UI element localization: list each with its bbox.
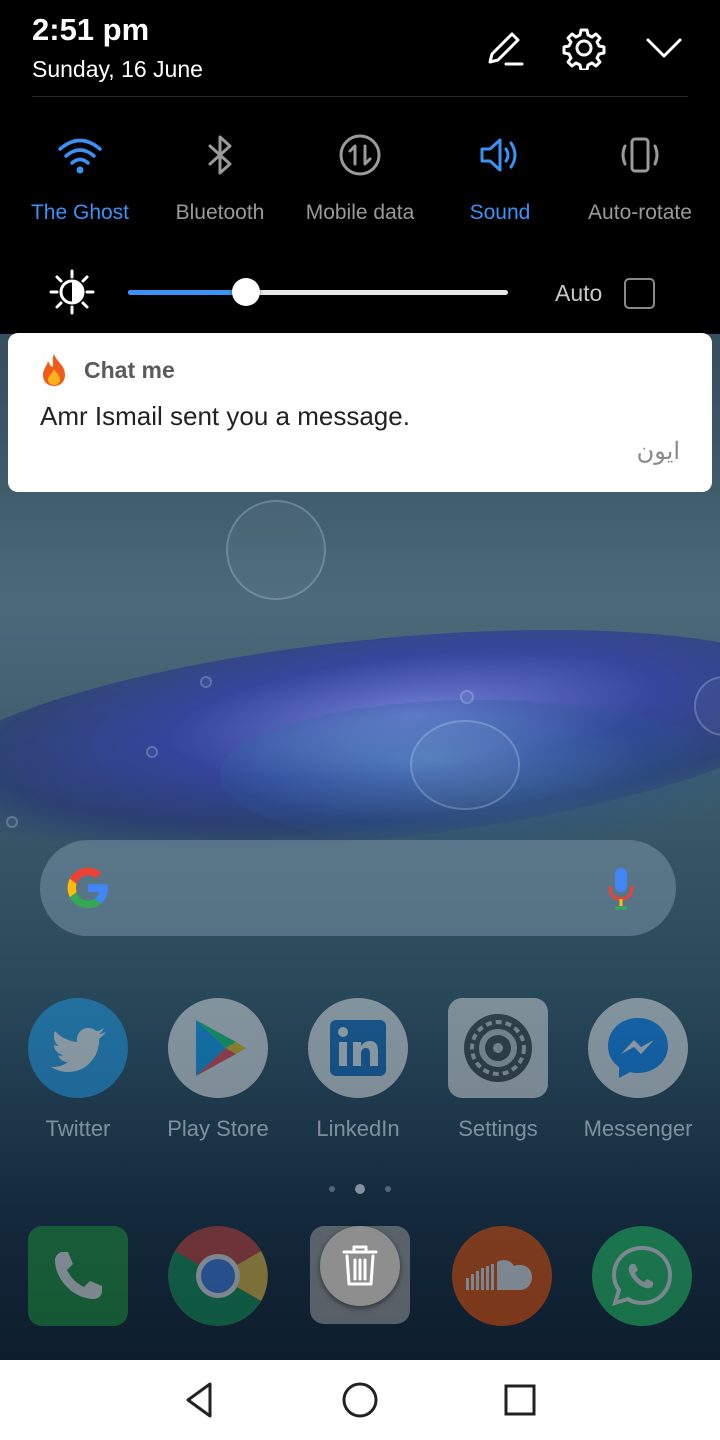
mic-icon[interactable]: [606, 866, 636, 912]
wallpaper-bubble: [146, 746, 158, 758]
brightness-slider-fill: [128, 290, 246, 295]
wifi-icon: [58, 138, 102, 174]
google-icon: [67, 867, 108, 908]
app-label: Twitter: [45, 1116, 111, 1141]
soundcloud-icon: [452, 1226, 552, 1326]
whatsapp-icon: [592, 1226, 692, 1326]
tile-bluetooth[interactable]: Bluetooth: [150, 130, 290, 225]
edit-icon[interactable]: [482, 26, 526, 70]
chrome-icon: [168, 1226, 268, 1326]
page-dot: [329, 1185, 335, 1192]
back-icon[interactable]: [180, 1380, 220, 1420]
wallpaper-bubble: [410, 720, 520, 810]
phone-icon: [28, 1226, 128, 1326]
app-label: Messenger: [583, 1116, 693, 1141]
clock-time: 2:51 pm: [32, 12, 150, 47]
sound-icon: [480, 138, 517, 172]
notification-message: Amr Ismail sent you a message.: [40, 401, 410, 431]
tile-label: Bluetooth: [175, 201, 265, 224]
flame-icon: [43, 354, 65, 386]
notification-app-name: Chat me: [84, 357, 175, 383]
page-dot: [385, 1185, 391, 1192]
auto-rotate-icon: [621, 137, 659, 173]
tile-label: Mobile data: [305, 201, 415, 224]
notification-shade: 2:51 pm Sunday, 16 June The Ghost Blueto…: [0, 0, 720, 334]
notification-card[interactable]: Chat me Amr Ismail sent you a message. ا…: [8, 333, 712, 492]
tile-label: The Ghost: [30, 201, 130, 224]
wallpaper-bubble: [200, 676, 212, 688]
shade-divider: [32, 96, 688, 97]
dock-app-drag-target: [310, 1226, 410, 1324]
settings-app-icon: [448, 998, 548, 1098]
tile-mobile-data[interactable]: Mobile data: [290, 130, 430, 225]
settings-icon[interactable]: [562, 26, 606, 70]
tile-auto-rotate[interactable]: Auto-rotate: [570, 130, 710, 225]
brightness-slider[interactable]: [128, 278, 508, 306]
bluetooth-icon: [208, 135, 232, 175]
brightness-icon: [49, 269, 95, 315]
page-dot-current: [355, 1183, 365, 1194]
linkedin-icon: [308, 998, 408, 1098]
app-messenger[interactable]: Messenger: [568, 998, 708, 1142]
messenger-icon: [588, 998, 688, 1098]
wallpaper-bubble: [6, 816, 18, 828]
tile-label: Sound: [469, 201, 531, 224]
recents-icon[interactable]: [500, 1380, 540, 1420]
dock-whatsapp[interactable]: [592, 1226, 692, 1326]
wallpaper-bubble: [226, 500, 326, 600]
dock-soundcloud[interactable]: [452, 1226, 552, 1326]
tile-wifi[interactable]: The Ghost: [10, 130, 150, 225]
wallpaper-bubble: [460, 690, 474, 704]
play-store-icon: [168, 998, 268, 1098]
google-search-bar[interactable]: [40, 840, 676, 936]
collapse-icon[interactable]: [642, 26, 686, 70]
clock-date: Sunday, 16 June: [32, 56, 203, 82]
dock-phone[interactable]: [28, 1226, 128, 1326]
brightness-slider-thumb[interactable]: [231, 278, 260, 306]
app-label: Settings: [458, 1116, 538, 1141]
app-linkedin[interactable]: LinkedIn: [288, 998, 428, 1142]
page-indicator: [0, 1180, 720, 1198]
auto-brightness-label: Auto: [555, 280, 603, 306]
trash-icon: [342, 1245, 378, 1286]
app-label: LinkedIn: [316, 1116, 400, 1141]
tile-label: Auto-rotate: [588, 201, 692, 224]
app-twitter[interactable]: Twitter: [8, 998, 148, 1142]
mobile-data-icon: [339, 134, 381, 176]
app-play-store[interactable]: Play Store: [148, 998, 288, 1142]
auto-brightness-checkbox[interactable]: [624, 278, 655, 309]
dock-chrome[interactable]: [168, 1226, 268, 1326]
app-settings[interactable]: Settings: [428, 998, 568, 1142]
notification-sub-text: ايون: [636, 438, 680, 465]
app-label: Play Store: [167, 1116, 269, 1141]
twitter-icon: [28, 998, 128, 1098]
navigation-bar: [0, 1360, 720, 1440]
tile-sound[interactable]: Sound: [430, 130, 570, 225]
trash-button[interactable]: [320, 1226, 400, 1306]
home-icon[interactable]: [340, 1380, 380, 1420]
